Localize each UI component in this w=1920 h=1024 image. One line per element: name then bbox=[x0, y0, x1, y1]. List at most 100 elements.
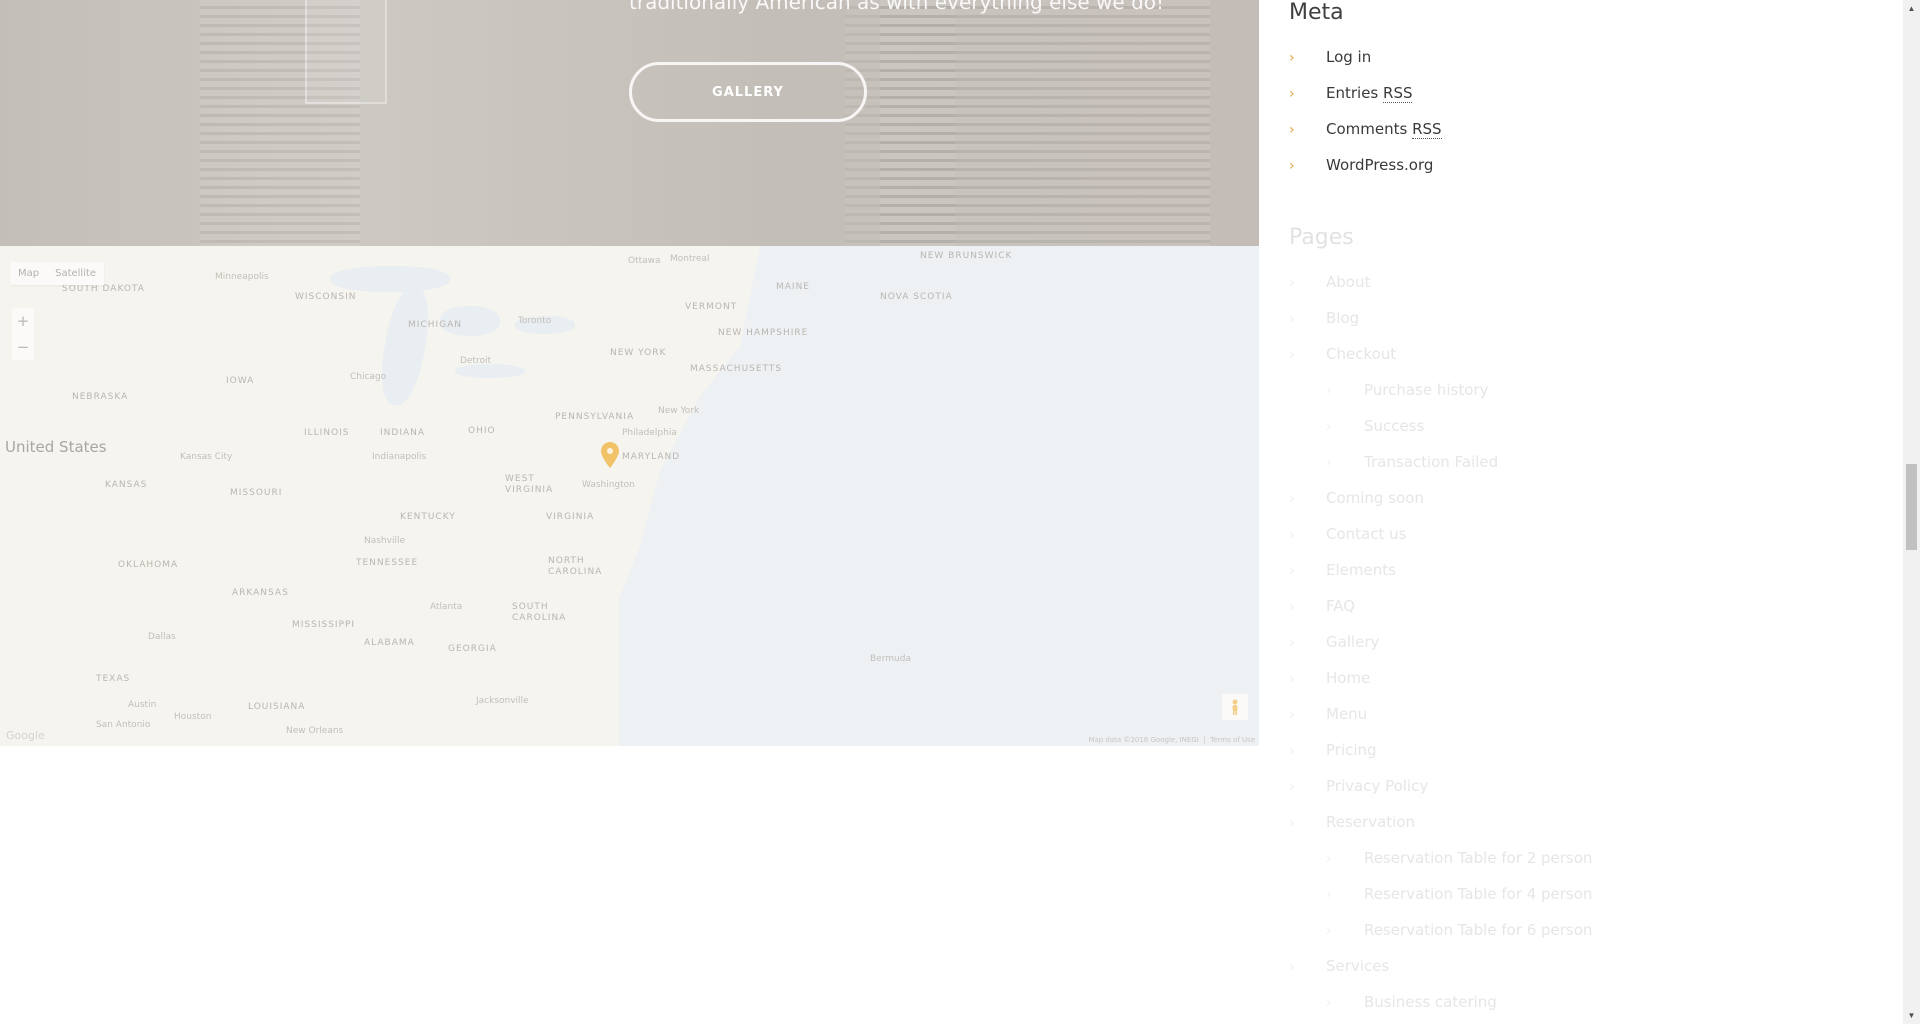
map-type-satellite-button[interactable]: Satellite bbox=[47, 262, 104, 285]
map-label: Dallas bbox=[148, 632, 176, 642]
scroll-down-arrow-icon[interactable]: ▼ bbox=[1903, 1007, 1920, 1024]
map-label: TEXAS bbox=[96, 674, 131, 684]
comments-rss-link[interactable]: Comments RSS bbox=[1326, 120, 1442, 139]
page-link-coming-soon[interactable]: Coming soon bbox=[1326, 489, 1424, 507]
hero-background-detail bbox=[880, 0, 1210, 246]
map-lake bbox=[374, 283, 436, 409]
rss-abbr: RSS bbox=[1383, 84, 1413, 103]
map-label: Nashville bbox=[364, 536, 406, 546]
login-link[interactable]: Log in bbox=[1326, 48, 1371, 66]
page-link-success[interactable]: Success bbox=[1364, 417, 1424, 435]
map-label: VIRGINIA bbox=[546, 512, 595, 522]
map-label: Austin bbox=[128, 700, 157, 710]
page-link-transaction-failed[interactable]: Transaction Failed bbox=[1364, 453, 1498, 471]
map-lake bbox=[455, 364, 525, 378]
page-link-services[interactable]: Services bbox=[1326, 957, 1389, 975]
map-label: WISCONSIN bbox=[295, 292, 357, 302]
scroll-up-arrow-icon[interactable]: ▲ bbox=[1903, 0, 1920, 17]
map-label: Chicago bbox=[350, 372, 387, 382]
map-label: INDIANA bbox=[380, 428, 426, 438]
map-type-control: Map Satellite bbox=[10, 262, 105, 285]
map-label: KENTUCKY bbox=[400, 512, 456, 522]
page-link-business-catering[interactable]: Business catering bbox=[1364, 993, 1497, 1011]
page-link-faq[interactable]: FAQ bbox=[1326, 597, 1355, 615]
map-label: San Antonio bbox=[96, 720, 151, 730]
chevron-right-icon: › bbox=[1289, 86, 1295, 102]
map-pin-icon[interactable] bbox=[601, 442, 619, 468]
map-label: MASSACHUSETTS bbox=[690, 364, 783, 374]
page-link-gallery[interactable]: Gallery bbox=[1326, 633, 1379, 651]
page-link-checkout[interactable]: Checkout bbox=[1326, 345, 1396, 363]
hero-picture-frame bbox=[305, 0, 387, 104]
page-link-reservation-2[interactable]: Reservation Table for 2 person bbox=[1364, 849, 1592, 867]
meta-widget-title: Meta bbox=[1289, 0, 1344, 25]
page-link-privacy-policy[interactable]: Privacy Policy bbox=[1326, 777, 1428, 795]
entries-rss-label: Entries bbox=[1326, 84, 1384, 102]
terms-of-use-link[interactable]: Terms of Use bbox=[1210, 736, 1255, 744]
map-label: Montreal bbox=[670, 254, 710, 264]
chevron-right-icon: › bbox=[1326, 923, 1332, 939]
map-label: Ottawa bbox=[628, 256, 661, 266]
map-label: NORTH CAROLINA bbox=[548, 556, 603, 577]
map-label: Jacksonville bbox=[476, 696, 529, 706]
chevron-right-icon: › bbox=[1289, 779, 1295, 795]
chevron-right-icon: › bbox=[1326, 851, 1332, 867]
street-view-pegman-icon[interactable] bbox=[1222, 694, 1248, 720]
map-label: NEW HAMPSHIRE bbox=[718, 328, 809, 338]
map-type-map-button[interactable]: Map bbox=[10, 262, 47, 285]
page-link-reservation[interactable]: Reservation bbox=[1326, 813, 1415, 831]
map-label: Indianapolis bbox=[372, 452, 427, 462]
map-label: WEST VIRGINIA bbox=[505, 474, 554, 495]
page-link-menu[interactable]: Menu bbox=[1326, 705, 1367, 723]
map-label: Bermuda bbox=[870, 654, 911, 664]
page-link-reservation-4[interactable]: Reservation Table for 4 person bbox=[1364, 885, 1592, 903]
map-label: Toronto bbox=[518, 316, 552, 326]
page-link-purchase-history[interactable]: Purchase history bbox=[1364, 381, 1488, 399]
chevron-right-icon: › bbox=[1289, 122, 1295, 138]
page-link-elements[interactable]: Elements bbox=[1326, 561, 1396, 579]
page-link-about[interactable]: About bbox=[1326, 273, 1370, 291]
chevron-right-icon: › bbox=[1326, 995, 1332, 1011]
map-label: Washington bbox=[582, 480, 635, 490]
google-logo: Google bbox=[6, 729, 45, 742]
chevron-right-icon: › bbox=[1289, 527, 1295, 543]
zoom-in-button[interactable]: + bbox=[12, 308, 34, 334]
gallery-button[interactable]: GALLERY bbox=[629, 62, 867, 122]
chevron-right-icon: › bbox=[1289, 635, 1295, 651]
map-label: GEORGIA bbox=[448, 644, 497, 654]
chevron-right-icon: › bbox=[1326, 383, 1332, 399]
scrollbar-thumb[interactable] bbox=[1906, 464, 1917, 550]
chevron-right-icon: › bbox=[1289, 491, 1295, 507]
chevron-right-icon: › bbox=[1289, 563, 1295, 579]
chevron-right-icon: › bbox=[1289, 347, 1295, 363]
entries-rss-link[interactable]: Entries RSS bbox=[1326, 84, 1413, 103]
zoom-out-button[interactable]: − bbox=[12, 334, 34, 360]
map-label: MICHIGAN bbox=[408, 320, 462, 330]
wordpress-org-link[interactable]: WordPress.org bbox=[1326, 156, 1433, 174]
chevron-right-icon: › bbox=[1289, 311, 1295, 327]
page-link-reservation-6[interactable]: Reservation Table for 6 person bbox=[1364, 921, 1592, 939]
chevron-right-icon: › bbox=[1289, 275, 1295, 291]
location-map[interactable]: SOUTH DAKOTA Minneapolis WISCONSIN MICHI… bbox=[0, 246, 1259, 746]
page-link-pricing[interactable]: Pricing bbox=[1326, 741, 1377, 759]
hero-tagline: traditionally American as with everythin… bbox=[629, 0, 1165, 14]
map-label: New Orleans bbox=[286, 726, 344, 736]
page-link-blog[interactable]: Blog bbox=[1326, 309, 1359, 327]
zoom-control: + − bbox=[12, 308, 34, 360]
map-label: PENNSYLVANIA bbox=[555, 412, 635, 422]
map-label: OKLAHOMA bbox=[118, 560, 179, 570]
map-label: SOUTH DAKOTA bbox=[62, 284, 145, 294]
map-label: NEW BRUNSWICK bbox=[920, 251, 1013, 261]
map-label: MAINE bbox=[776, 282, 810, 292]
page-link-home[interactable]: Home bbox=[1326, 669, 1370, 687]
comments-rss-label: Comments bbox=[1326, 120, 1413, 138]
page-scrollbar[interactable]: ▲ ▼ bbox=[1903, 0, 1920, 1024]
chevron-right-icon: › bbox=[1289, 959, 1295, 975]
chevron-right-icon: › bbox=[1289, 50, 1295, 66]
map-label: Houston bbox=[174, 712, 212, 722]
map-label: OHIO bbox=[468, 426, 496, 436]
page-link-contact-us[interactable]: Contact us bbox=[1326, 525, 1406, 543]
map-label: MISSOURI bbox=[230, 488, 283, 498]
map-label: Philadelphia bbox=[622, 428, 677, 438]
map-label: TENNESSEE bbox=[356, 558, 419, 568]
